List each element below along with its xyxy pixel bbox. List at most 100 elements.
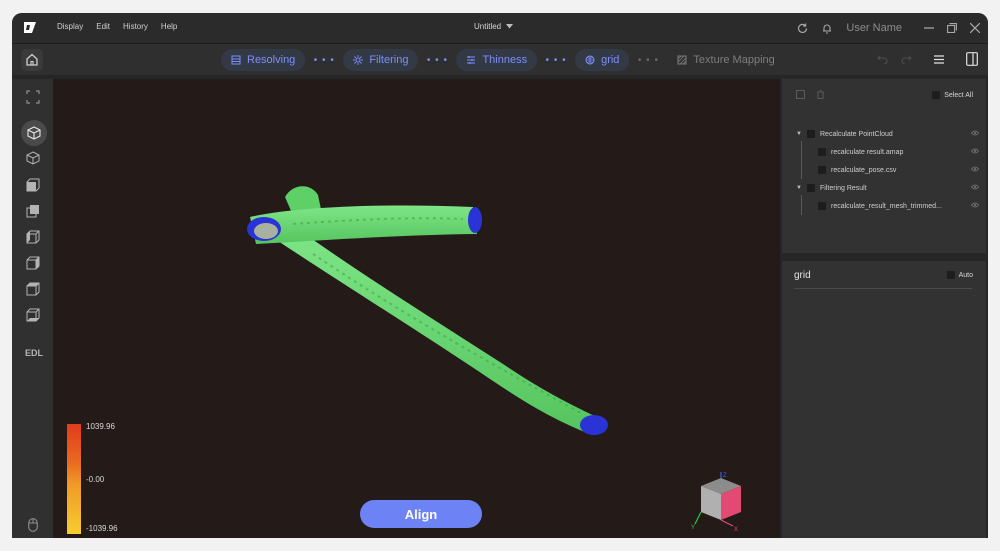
eye-icon[interactable] bbox=[970, 184, 980, 192]
step-resolving[interactable]: Resolving bbox=[221, 49, 306, 71]
menu-help[interactable]: Help bbox=[161, 22, 177, 31]
wireframe-view-button[interactable] bbox=[24, 149, 42, 167]
texture-icon bbox=[677, 55, 687, 65]
step-connector: • • • bbox=[313, 54, 335, 66]
tree-item-label: Filtering Result bbox=[820, 184, 867, 192]
tree-item-result-amap[interactable]: recalculate result.amap bbox=[796, 141, 980, 161]
eye-icon[interactable] bbox=[970, 148, 980, 156]
orientation-cube-icon[interactable]: Y X Z bbox=[681, 472, 761, 534]
auto-label: Auto bbox=[958, 271, 973, 279]
thinness-icon bbox=[467, 56, 476, 64]
align-button-label: Align bbox=[404, 506, 438, 522]
workflow-toolbar: Resolving • • • Filtering • • • Thinness… bbox=[12, 43, 988, 75]
wire-cube-icon bbox=[26, 151, 40, 165]
select-all-control[interactable]: Select All bbox=[932, 91, 973, 99]
step-filtering[interactable]: Filtering bbox=[343, 49, 419, 71]
close-icon[interactable] bbox=[970, 23, 980, 33]
step-grid-label: grid bbox=[601, 54, 620, 66]
left-view-button[interactable] bbox=[24, 228, 42, 246]
restore-icon[interactable] bbox=[947, 23, 957, 33]
mouse-mode-button[interactable] bbox=[24, 516, 42, 534]
home-button[interactable] bbox=[21, 49, 43, 71]
color-scale-bar bbox=[67, 424, 81, 534]
step-thinness[interactable]: Thinness bbox=[456, 49, 538, 71]
step-connector: • • • bbox=[426, 54, 448, 66]
right-view-button[interactable] bbox=[24, 254, 42, 272]
undo-icon[interactable] bbox=[877, 54, 888, 64]
tree-item-checkbox[interactable] bbox=[818, 202, 826, 210]
fit-view-icon bbox=[26, 90, 40, 104]
align-button[interactable]: Align bbox=[360, 500, 482, 528]
menu-edit[interactable]: Edit bbox=[96, 22, 110, 31]
step-grid[interactable]: grid bbox=[575, 49, 630, 71]
auto-checkbox[interactable] bbox=[946, 271, 955, 279]
panel-toggle-icon[interactable] bbox=[966, 52, 978, 66]
expand-triangle-icon[interactable]: ▼ bbox=[796, 131, 802, 137]
tree-item-mesh-trimmed[interactable]: recalculate_result_mesh_trimmed... bbox=[796, 195, 980, 215]
list-menu-icon[interactable] bbox=[933, 54, 945, 65]
workflow-steps: Resolving • • • Filtering • • • Thinness… bbox=[221, 49, 785, 71]
eye-icon[interactable] bbox=[970, 130, 980, 138]
legend-min-label: -1039.96 bbox=[86, 524, 118, 533]
expand-triangle-icon[interactable]: ▼ bbox=[796, 185, 802, 191]
menu-history[interactable]: History bbox=[123, 22, 148, 31]
select-all-checkbox[interactable] bbox=[932, 91, 941, 99]
solid-view-button[interactable] bbox=[21, 120, 47, 146]
app-window: Display Edit History Help Untitled User … bbox=[12, 13, 988, 538]
home-icon bbox=[26, 53, 38, 66]
tree-item-filtering-result[interactable]: ▼ Filtering Result bbox=[796, 179, 980, 197]
top-view-icon bbox=[26, 282, 40, 296]
edl-toggle[interactable]: EDL bbox=[25, 348, 43, 358]
redo-icon[interactable] bbox=[901, 54, 912, 64]
step-texture-mapping[interactable]: Texture Mapping bbox=[667, 49, 784, 71]
tree-item-label: recalculate result.amap bbox=[831, 148, 904, 156]
top-view-button[interactable] bbox=[24, 280, 42, 298]
axis-x-label: X bbox=[734, 527, 738, 533]
scene-tree-header: Select All bbox=[782, 79, 986, 101]
eye-icon[interactable] bbox=[970, 166, 980, 174]
tree-item-pose-csv[interactable]: recalculate_pose.csv bbox=[796, 159, 980, 179]
bell-icon[interactable] bbox=[822, 23, 832, 34]
step-filtering-label: Filtering bbox=[369, 54, 409, 66]
scene-tree-panel: Select All ▼ Recalculate PointCloud reca… bbox=[782, 79, 986, 253]
menu-bar: Display Edit History Help bbox=[57, 22, 177, 31]
edl-label: EDL bbox=[25, 348, 43, 358]
mesh-model[interactable] bbox=[53, 79, 780, 538]
axis-y-label: Y bbox=[691, 525, 695, 531]
bottom-view-button[interactable] bbox=[24, 306, 42, 324]
toolbar-right-tools bbox=[877, 52, 978, 66]
legend-max-label: 1039.96 bbox=[86, 422, 115, 431]
tree-item-checkbox[interactable] bbox=[818, 148, 826, 156]
eye-icon[interactable] bbox=[970, 202, 980, 210]
back-view-button[interactable] bbox=[24, 202, 42, 220]
grid-icon bbox=[585, 55, 595, 65]
front-view-button[interactable] bbox=[24, 176, 42, 194]
add-file-icon[interactable] bbox=[796, 90, 805, 99]
trash-icon[interactable] bbox=[816, 90, 825, 99]
fit-view-button[interactable] bbox=[24, 88, 42, 106]
filtering-icon bbox=[353, 55, 364, 65]
tree-item-label: recalculate_result_mesh_trimmed... bbox=[831, 202, 942, 210]
tree-item-checkbox[interactable] bbox=[807, 184, 815, 192]
tree-item-checkbox[interactable] bbox=[818, 166, 826, 174]
3d-viewport[interactable]: 1039.96 -0.00 -1039.96 Align Y X Z bbox=[53, 79, 780, 538]
left-view-icon bbox=[26, 230, 40, 244]
sync-icon[interactable] bbox=[797, 23, 808, 34]
resolving-icon bbox=[231, 55, 241, 65]
tree-item-recalculate-pointcloud[interactable]: ▼ Recalculate PointCloud bbox=[796, 125, 980, 143]
bottom-view-icon bbox=[26, 308, 40, 322]
user-name[interactable]: User Name bbox=[846, 22, 902, 34]
minimize-icon[interactable] bbox=[924, 23, 934, 33]
right-view-icon bbox=[26, 256, 40, 270]
step-texture-mapping-label: Texture Mapping bbox=[693, 54, 775, 66]
document-title-dropdown[interactable]: Untitled bbox=[474, 22, 514, 31]
menu-display[interactable]: Display bbox=[57, 22, 83, 31]
app-logo-icon bbox=[24, 22, 36, 33]
auto-control[interactable]: Auto bbox=[946, 271, 973, 279]
grid-panel: grid Auto bbox=[782, 261, 986, 538]
solid-cube-icon bbox=[27, 126, 41, 140]
tree-item-checkbox[interactable] bbox=[807, 130, 815, 138]
tree-item-label: Recalculate PointCloud bbox=[820, 130, 893, 138]
scene-tree: ▼ Recalculate PointCloud recalculate res… bbox=[796, 125, 980, 215]
step-connector: • • • bbox=[637, 54, 659, 66]
